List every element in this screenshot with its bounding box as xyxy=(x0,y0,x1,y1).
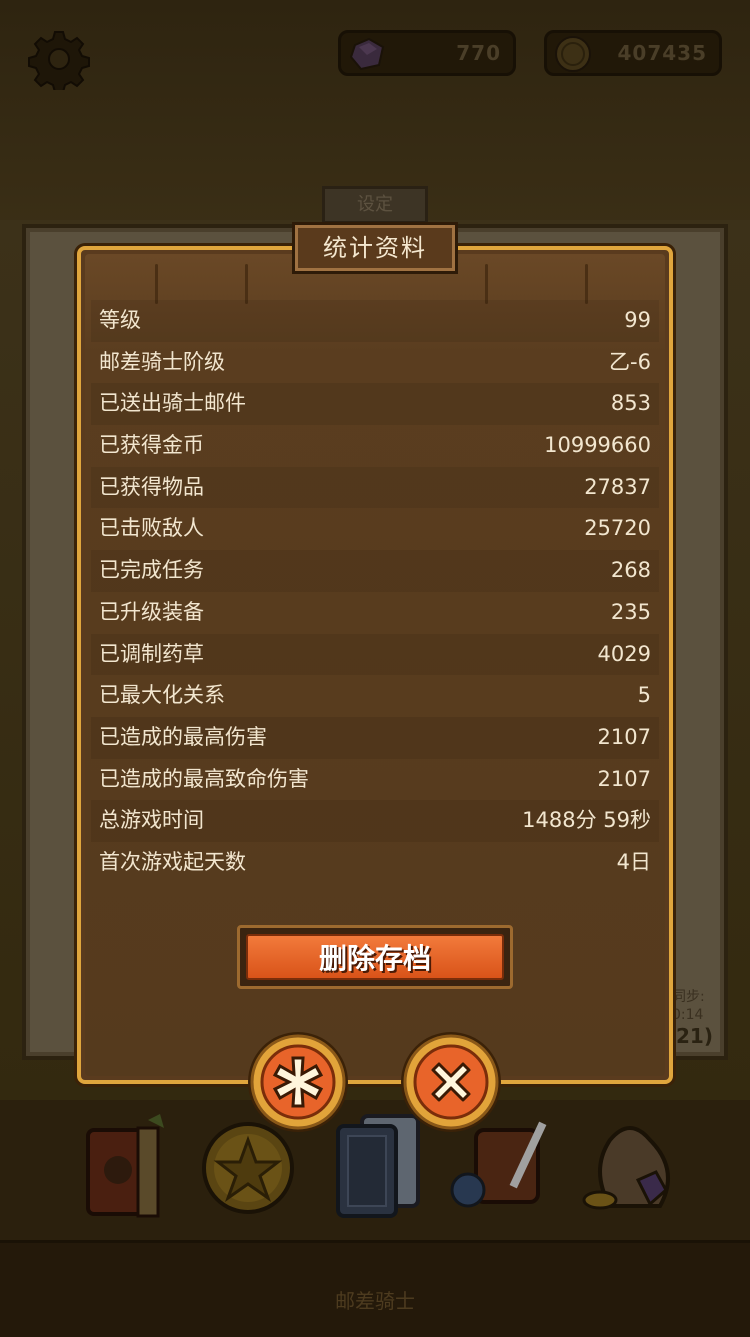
stat-row: 已击败敌人 25720 xyxy=(91,508,659,550)
asterisk-button[interactable] xyxy=(246,1030,350,1134)
sync-label-text: 同步: xyxy=(672,989,705,1005)
stat-value: 乙-6 xyxy=(609,349,651,374)
stat-value: 10999660 xyxy=(544,433,651,458)
stat-value: 1488分 59秒 xyxy=(522,808,651,833)
stat-row: 总游戏时间 1488分 59秒 xyxy=(91,800,659,842)
plank-crack xyxy=(245,264,248,304)
stat-label: 已升级装备 xyxy=(99,599,204,624)
plank-crack xyxy=(155,264,158,304)
stat-label: 首次游戏起天数 xyxy=(99,849,246,874)
stat-label: 已获得金币 xyxy=(99,433,204,458)
dialog-title-plate: 统计资料 xyxy=(292,222,458,274)
stat-label: 等级 xyxy=(99,308,141,332)
stat-label: 已完成任务 xyxy=(99,558,204,583)
book-icon xyxy=(86,1114,164,1218)
bottom-nav xyxy=(0,1110,750,1230)
stat-row: 已升级装备 235 xyxy=(91,592,659,634)
stat-label: 已获得物品 xyxy=(99,474,204,499)
stat-label: 已造成的最高伤害 xyxy=(99,724,267,749)
stat-value: 268 xyxy=(610,558,651,583)
stat-row: 已造成的最高致命伤害 2107 xyxy=(91,759,659,801)
stat-value: 25720 xyxy=(584,516,651,541)
stat-row: 等级 99 xyxy=(91,300,659,342)
stat-label: 已送出骑士邮件 xyxy=(99,391,246,416)
stat-row: 已最大化关系 5 xyxy=(91,675,659,717)
delete-save-button[interactable]: 删除存档 xyxy=(237,925,513,989)
coin-icon xyxy=(555,36,591,72)
stat-value: 235 xyxy=(610,599,651,624)
treasure-bag-icon xyxy=(582,1126,670,1210)
stat-value: 853 xyxy=(610,391,651,416)
stat-label: 总游戏时间 xyxy=(99,808,204,833)
stat-label: 邮差骑士阶级 xyxy=(99,349,225,374)
stat-row: 已调制药草 4029 xyxy=(91,633,659,676)
sync-count: 21) xyxy=(676,1024,713,1048)
stat-label: 已造成的最高致命伤害 xyxy=(99,766,309,791)
delete-save-button-face: 删除存档 xyxy=(246,934,504,980)
plank-crack xyxy=(585,264,588,304)
stat-row: 首次游戏起天数 4日 xyxy=(91,842,659,884)
sync-time: 0:14 xyxy=(672,1007,704,1023)
sync-label: 同步: 0:14 xyxy=(672,988,705,1024)
stat-row: 已获得金币 10999660 xyxy=(91,425,659,467)
stat-value: 4日 xyxy=(616,849,651,874)
stat-row: 已完成任务 268 xyxy=(91,550,659,592)
gear-icon[interactable] xyxy=(28,28,90,90)
stat-label: 已调制药草 xyxy=(99,641,204,666)
plank-crack xyxy=(485,264,488,304)
settings-tab-label: 设定 xyxy=(357,194,393,215)
coin-counter: 407435 xyxy=(544,30,722,76)
stat-row: 已造成的最高伤害 2107 xyxy=(91,716,659,759)
close-button[interactable] xyxy=(399,1030,503,1134)
stat-row: 已送出骑士邮件 853 xyxy=(91,383,659,426)
settings-tab: 设定 xyxy=(322,186,428,224)
stat-row: 已获得物品 27837 xyxy=(91,466,659,509)
stat-value: 2107 xyxy=(597,766,651,791)
stat-label: 已击败敌人 xyxy=(99,516,204,541)
stat-value: 27837 xyxy=(584,474,651,499)
delete-save-label: 删除存档 xyxy=(318,942,431,975)
stat-row: 邮差骑士阶级 乙-6 xyxy=(91,342,659,384)
stat-value: 4029 xyxy=(597,641,651,666)
gem-icon xyxy=(349,37,385,71)
stat-label: 已最大化关系 xyxy=(99,683,225,708)
stats-list: 等级 99 邮差骑士阶级 乙-6 已送出骑士邮件 853 已获得金币 10999660 … xyxy=(91,300,659,884)
stat-value: 99 xyxy=(624,308,651,332)
stat-value: 5 xyxy=(637,683,651,708)
stat-value: 2107 xyxy=(597,724,651,749)
dialog-title: 统计资料 xyxy=(323,234,427,262)
gem-counter: 770 xyxy=(338,30,516,76)
footer-title: 邮差骑士 xyxy=(335,1289,415,1313)
gem-count: 770 xyxy=(456,41,501,65)
coin-count: 407435 xyxy=(617,41,707,65)
